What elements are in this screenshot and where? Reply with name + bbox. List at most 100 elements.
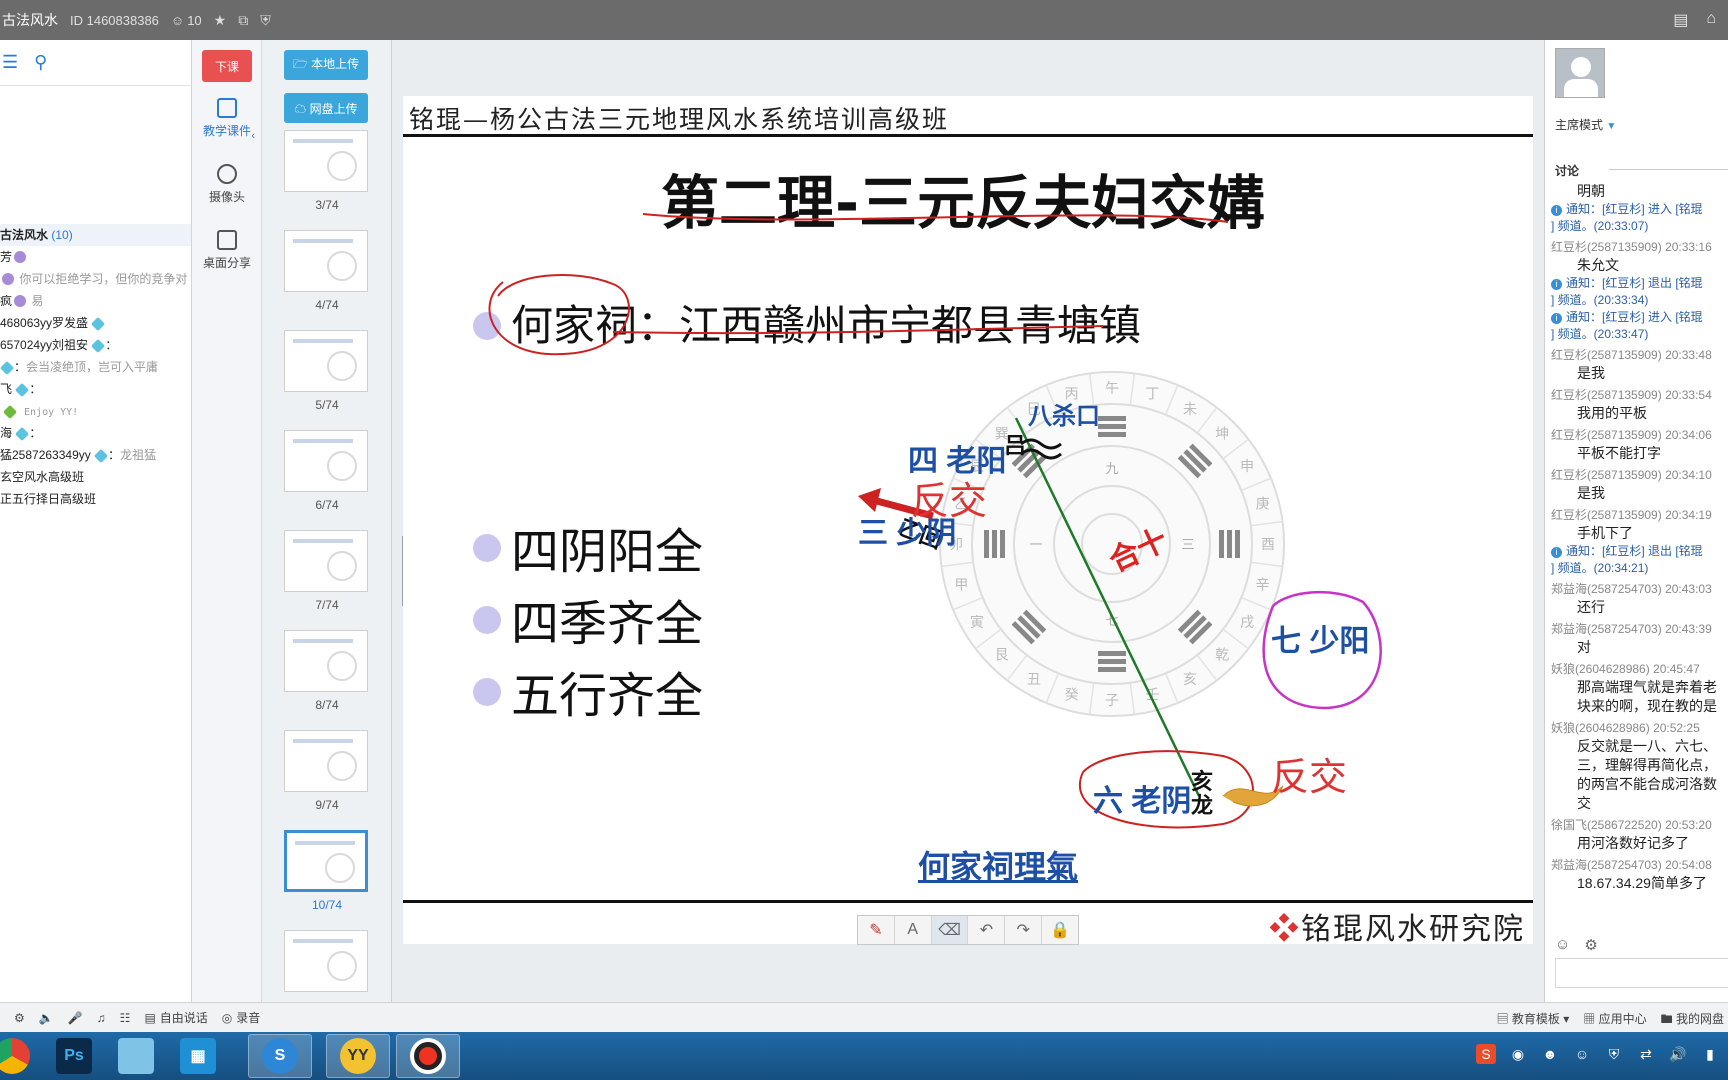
- slide-thumbnail[interactable]: 5/74: [262, 330, 391, 430]
- free-talk-icon: ▤: [144, 1010, 156, 1025]
- member-row[interactable]: 猛2587263349yy ：龙祖猛: [0, 444, 191, 466]
- record-tray-icon[interactable]: ◉: [1508, 1044, 1528, 1064]
- message-body: 对: [1551, 638, 1728, 657]
- record-button[interactable]: ◎ 录音: [222, 1009, 261, 1026]
- message-meta: 红豆杉(2587135909) 20:33:48: [1551, 347, 1728, 364]
- lock-icon[interactable]: 🔒: [1042, 916, 1078, 944]
- slide-thumbnail[interactable]: [262, 930, 391, 1002]
- copy-icon[interactable]: ⧉: [238, 12, 248, 29]
- volume-tray-icon[interactable]: 🔊: [1668, 1044, 1688, 1064]
- message-meta: 郑益海(2587254703) 20:54:08: [1551, 857, 1728, 874]
- microphone-icon[interactable]: 🎤: [68, 1011, 83, 1025]
- courseware-label: 教学课件: [202, 124, 251, 138]
- os-taskbar: Ps ▦ S YY S ◉ ☻ ☺ ⛨ ⇄ 🔊 ▮: [0, 1032, 1728, 1080]
- member-row[interactable]: 你可以拒绝学习，但你的竞争对: [0, 268, 191, 290]
- courseware-tab[interactable]: 教学课件: [192, 98, 262, 139]
- member-row[interactable]: 飞 ：: [0, 378, 191, 400]
- slide-thumbnail[interactable]: 4/74: [262, 230, 391, 330]
- pen-tool-icon[interactable]: ✎: [858, 916, 895, 944]
- sogou-tray-icon[interactable]: S: [1476, 1044, 1496, 1064]
- list-icon[interactable]: ☰: [2, 52, 18, 73]
- system-notice: ] 频道。(20:33:47): [1551, 326, 1728, 343]
- explorer-app-icon[interactable]: ▦: [166, 1034, 230, 1078]
- thumbnail-list: 3/74 4/74 5/74 6/74 7/74 8/74 9/74 10/74: [262, 130, 391, 1002]
- search-icon[interactable]: ⚲: [34, 52, 47, 73]
- member-row[interactable]: Enjoy YY!: [0, 400, 191, 422]
- divider: [1609, 169, 1728, 170]
- subchannel-item[interactable]: 玄空风水高级班: [0, 466, 191, 488]
- chat-input[interactable]: [1555, 958, 1728, 988]
- slide-thumbnail[interactable]: 8/74: [262, 630, 391, 730]
- camera-label: 摄像头: [208, 190, 245, 204]
- avatar[interactable]: [1555, 48, 1605, 98]
- member-signature: 易: [31, 294, 44, 308]
- shield-icon[interactable]: ⛨: [260, 12, 271, 29]
- speaker-icon[interactable]: 🔈: [39, 1011, 54, 1025]
- member-row[interactable]: 芳: [0, 246, 191, 268]
- edu-template-button[interactable]: ▤ 教育模板 ▾: [1497, 1010, 1570, 1031]
- camera-icon: [217, 164, 237, 184]
- member-row[interactable]: 海 ：: [0, 422, 191, 444]
- home-icon[interactable]: ⌂: [1706, 10, 1716, 30]
- member-signature: 龙祖猛: [120, 448, 157, 462]
- message-text: 那高端理气就是奔着老: [1577, 679, 1717, 695]
- slide-thumbnail[interactable]: 3/74: [262, 130, 391, 230]
- signal-tray-icon[interactable]: ▮: [1700, 1044, 1720, 1064]
- desktop-share-tab[interactable]: 桌面分享: [192, 230, 262, 271]
- diamond-badge-icon: [15, 382, 30, 398]
- discussion-header: 讨论: [1555, 164, 1580, 178]
- recorder-app-icon[interactable]: [396, 1034, 460, 1078]
- undo-icon[interactable]: ↶: [968, 916, 1006, 944]
- slide-thumbnail[interactable]: 7/74: [262, 530, 391, 630]
- yy-tray-icon[interactable]: ☻: [1540, 1044, 1560, 1064]
- camera-tab[interactable]: 摄像头: [192, 164, 262, 205]
- slide-thumbnail[interactable]: 6/74: [262, 430, 391, 530]
- settings-gear-icon[interactable]: ⚙: [14, 1011, 25, 1025]
- app-center-button[interactable]: ▦ 应用中心: [1583, 1010, 1646, 1031]
- eraser-tool-icon[interactable]: ⌫: [931, 916, 969, 944]
- free-talk-button[interactable]: ▤ 自由说话: [144, 1009, 207, 1026]
- slide-thumbnail[interactable]: 10/74: [262, 830, 391, 930]
- member-row[interactable]: 468063yy罗发盛: [0, 312, 191, 334]
- system-notice: i 通知：[红豆杉] 退出 [铭琨: [1551, 543, 1728, 560]
- favorite-star-icon[interactable]: ★: [214, 12, 227, 29]
- thumbnail-image: [284, 330, 368, 392]
- message-text: 妖狼(2604628986) 20:45:47: [1551, 662, 1700, 676]
- notepad-app-icon[interactable]: [104, 1034, 168, 1078]
- member-row[interactable]: ：会当凌绝顶，岂可入平庸: [0, 356, 191, 378]
- member-row[interactable]: 疯 易: [0, 290, 191, 312]
- message-body: 是我: [1551, 484, 1728, 503]
- chrome-app-icon[interactable]: [0, 1034, 44, 1078]
- yy-app-icon[interactable]: YY: [326, 1034, 390, 1078]
- local-upload-button[interactable]: 🗁 本地上传: [284, 50, 368, 80]
- member-name: 657024yy刘祖安: [0, 338, 89, 352]
- emoji-icon[interactable]: ☺: [1555, 936, 1570, 954]
- end-class-button[interactable]: 下课: [202, 50, 252, 82]
- security-tray-icon[interactable]: ⛨: [1604, 1044, 1624, 1064]
- slide-thumbnail[interactable]: 9/74: [262, 730, 391, 830]
- subchannel-item[interactable]: 正五行择日高级班: [0, 488, 191, 510]
- redo-icon[interactable]: ↷: [1005, 916, 1043, 944]
- mixer-icon[interactable]: ☷: [120, 1011, 131, 1025]
- message-text: 通知：[红豆杉] 退出 [铭琨: [1566, 544, 1703, 558]
- subchannel-name: 玄空风水高级班: [0, 470, 85, 484]
- text-tool-icon[interactable]: A: [895, 916, 932, 944]
- handwritten-underline: [612, 325, 1104, 335]
- message-text: 郑益海(2587254703) 20:54:08: [1551, 858, 1712, 872]
- member-row[interactable]: 657024yy刘祖安 ：: [0, 334, 191, 356]
- cloud-upload-button[interactable]: ☁ 网盘上传: [284, 93, 368, 123]
- channel-root[interactable]: 古法风水 (10): [0, 224, 191, 246]
- diamond-badge-icon: [91, 316, 106, 332]
- photoshop-app-icon[interactable]: Ps: [42, 1034, 106, 1078]
- thumbnail-image: [284, 130, 368, 192]
- my-cloud-button[interactable]: 🖿 我的网盘: [1661, 1010, 1724, 1031]
- network-tray-icon[interactable]: ⇄: [1636, 1044, 1656, 1064]
- chair-mode-dropdown[interactable]: 主席模式 ▼: [1555, 116, 1616, 133]
- music-icon[interactable]: ♫: [97, 1011, 106, 1025]
- thumbnail-number: 10/74: [311, 898, 343, 912]
- thumbnail-image: [284, 530, 368, 592]
- sogou-app-icon[interactable]: S: [248, 1034, 312, 1078]
- qq-tray-icon[interactable]: ☺: [1572, 1044, 1592, 1064]
- board-icon[interactable]: ▤: [1673, 10, 1688, 30]
- settings-gear-icon[interactable]: ⚙: [1584, 936, 1597, 954]
